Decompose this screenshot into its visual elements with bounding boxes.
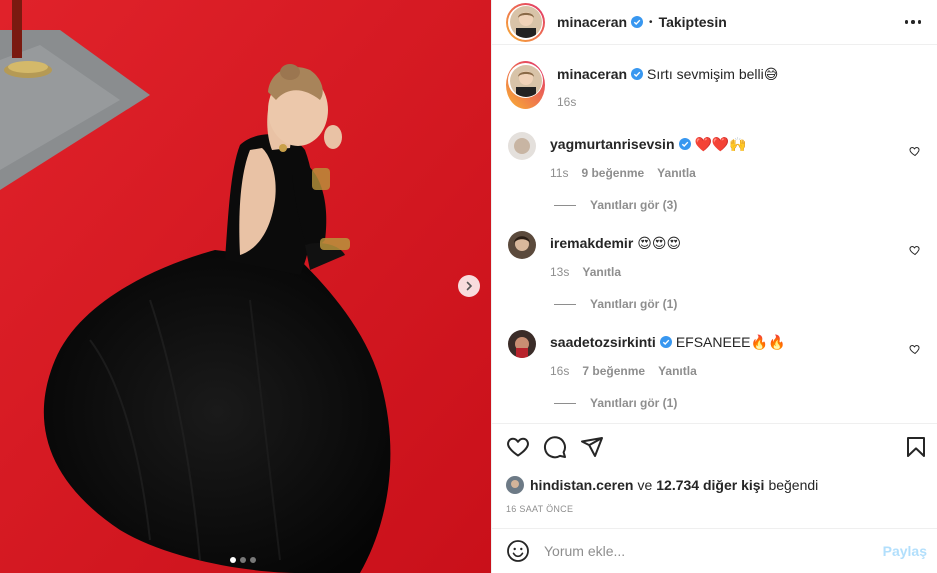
commenter-avatar[interactable] — [508, 330, 536, 358]
likes-count-link[interactable]: 12.734 diğer kişi — [656, 477, 764, 493]
view-replies-label: Yanıtları gör (1) — [590, 297, 678, 311]
comment-like-icon[interactable] — [909, 244, 921, 256]
red-carpet-photo — [0, 0, 491, 573]
commenter-avatar[interactable] — [508, 132, 536, 160]
likes-suffix: beğendi — [768, 476, 819, 493]
save-button[interactable] — [904, 435, 928, 459]
view-replies-button[interactable]: Yanıtları gör (1) — [554, 396, 923, 410]
divider — [554, 402, 576, 404]
caption-username[interactable]: minaceran — [557, 66, 627, 82]
post-dialog: minaceran • Takiptesin minaceran Sırtı se… — [0, 0, 937, 573]
caption-text: Sırtı sevmişim belli😅 — [647, 66, 779, 82]
comment-time[interactable]: 16s — [550, 364, 569, 378]
carousel-indicator — [230, 557, 256, 563]
next-photo-button[interactable] — [458, 275, 480, 297]
more-dot-icon — [917, 20, 921, 24]
caption: minaceran Sırtı sevmişim belli😅 16s — [506, 61, 923, 109]
comment-text: EFSANEEE🔥🔥 — [675, 334, 786, 350]
reply-button[interactable]: Yanıtla — [658, 364, 697, 378]
commenter-avatar[interactable] — [508, 231, 536, 259]
author-avatar-ring[interactable] — [506, 2, 545, 42]
post-photo — [0, 0, 491, 573]
comment-item: saadetozsirkinti EFSANEEE🔥🔥 16s 7 beğenme Y… — [506, 327, 923, 410]
commenter-username[interactable]: yagmurtanrisevsin — [550, 136, 675, 152]
follow-status-button[interactable]: Takiptesin — [659, 14, 727, 30]
verified-icon — [631, 68, 644, 80]
author-username[interactable]: minaceran — [557, 14, 627, 30]
more-dot-icon — [911, 20, 915, 24]
emoji-icon[interactable] — [506, 539, 530, 563]
reply-button[interactable]: Yanıtla — [582, 265, 621, 279]
comment-like-icon[interactable] — [909, 343, 921, 355]
separator-dot: • — [649, 16, 653, 28]
liker-username[interactable]: hindistan.ceren — [530, 477, 633, 493]
comments-list: minaceran Sırtı sevmişim belli😅 16s yagmu… — [492, 45, 937, 423]
carousel-dot — [240, 557, 246, 563]
author-avatar-ring[interactable] — [506, 61, 545, 109]
carousel-dot — [250, 557, 256, 563]
post-header: minaceran • Takiptesin — [492, 0, 937, 45]
send-icon — [581, 436, 603, 457]
comment-icon — [543, 435, 566, 458]
more-options-button[interactable] — [901, 16, 926, 28]
liker-avatar[interactable] — [506, 475, 524, 494]
view-replies-button[interactable]: Yanıtları gör (3) — [554, 198, 923, 212]
view-replies-label: Yanıtları gör (3) — [590, 198, 678, 212]
add-comment-bar: Paylaş — [492, 528, 937, 573]
caption-time[interactable]: 16s — [557, 95, 576, 109]
view-replies-label: Yanıtları gör (1) — [590, 396, 678, 410]
verified-icon — [678, 138, 691, 150]
likes-conjunction: ve — [637, 476, 653, 493]
commenter-username[interactable]: saadetozsirkinti — [550, 334, 656, 350]
share-button[interactable] — [580, 435, 604, 459]
chevron-right-icon — [466, 281, 473, 291]
avatar — [509, 6, 542, 38]
comment-input[interactable] — [544, 543, 883, 559]
comment-item: yagmurtanrisevsin ❤️❤️🙌 11s 9 beğenme Yanıt… — [506, 129, 923, 212]
divider — [554, 204, 576, 206]
verified-icon — [631, 16, 644, 28]
comment-item: iremakdemir 😍😍😍 13s Yanıtla Yanıtları gör … — [506, 228, 923, 311]
post-timestamp[interactable]: 16 SAAT ÖNCE — [492, 495, 937, 528]
comment-time[interactable]: 13s — [550, 265, 569, 279]
post-actions — [492, 423, 937, 469]
avatar — [509, 64, 542, 97]
comment-like-count[interactable]: 9 beğenme — [581, 166, 644, 180]
divider — [554, 303, 576, 305]
comment-text: ❤️❤️🙌 — [694, 136, 747, 152]
post-comment-button[interactable]: Paylaş — [883, 543, 927, 559]
carousel-dot — [230, 557, 236, 563]
reply-button[interactable]: Yanıtla — [657, 166, 696, 180]
likes-summary: hindistan.ceren ve 12.734 diğer kişi beğ… — [492, 469, 937, 495]
like-button[interactable] — [506, 435, 530, 459]
verified-icon — [659, 336, 672, 348]
comment-like-icon[interactable] — [909, 145, 921, 157]
commenter-username[interactable]: iremakdemir — [550, 235, 633, 251]
comment-time[interactable]: 11s — [550, 166, 568, 180]
view-replies-button[interactable]: Yanıtları gör (1) — [554, 297, 923, 311]
comment-button[interactable] — [543, 435, 567, 459]
comment-text: 😍😍😍 — [637, 235, 682, 251]
comment-like-count[interactable]: 7 beğenme — [582, 364, 645, 378]
heart-icon — [507, 437, 529, 456]
post-side-panel: minaceran • Takiptesin minaceran Sırtı se… — [491, 0, 937, 573]
more-dot-icon — [904, 20, 908, 24]
bookmark-icon — [907, 436, 925, 457]
